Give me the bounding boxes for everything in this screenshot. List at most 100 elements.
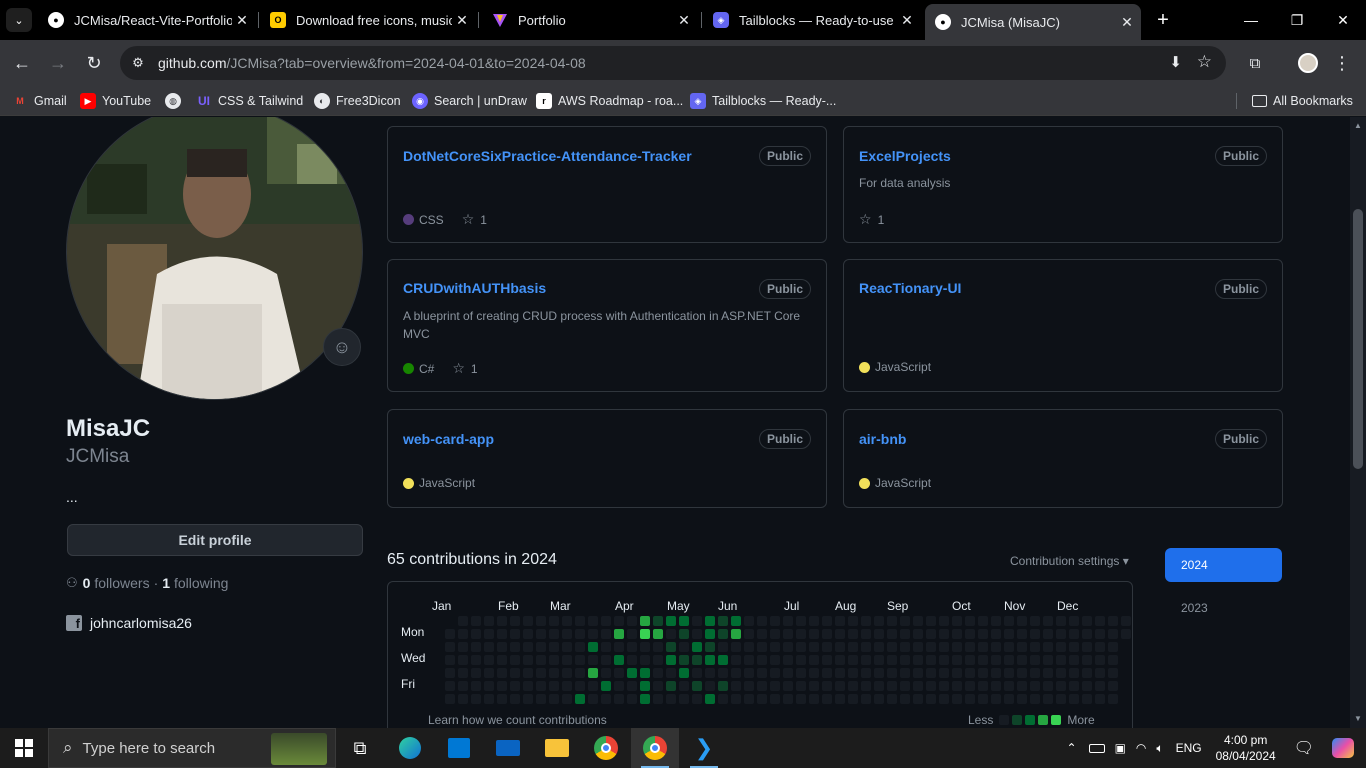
contribution-cell[interactable] [718,655,728,665]
device-icon[interactable]: ▣ [1115,741,1126,755]
contribution-cell[interactable] [497,642,507,652]
contribution-cell[interactable] [692,616,702,626]
close-icon[interactable]: ✕ [1117,14,1137,31]
edge-icon[interactable] [386,728,434,768]
contribution-cell[interactable] [770,668,780,678]
contribution-cell[interactable] [887,629,897,639]
contribution-cell[interactable] [744,642,754,652]
repo-name-link[interactable]: ReacTionary-UI [859,280,961,296]
contribution-cell[interactable] [471,668,481,678]
contribution-cell[interactable] [679,694,689,704]
contribution-cell[interactable] [835,655,845,665]
contribution-cell[interactable] [835,668,845,678]
contribution-cell[interactable] [757,668,767,678]
contribution-cell[interactable] [809,681,819,691]
forward-icon[interactable]: → [46,51,70,75]
contribution-cell[interactable] [601,681,611,691]
contribution-cell[interactable] [874,655,884,665]
contribution-cell[interactable] [1043,668,1053,678]
contribution-cell[interactable] [1095,655,1105,665]
contribution-cell[interactable] [562,668,572,678]
contribution-cell[interactable] [874,694,884,704]
contribution-cell[interactable] [666,655,676,665]
contribution-cell[interactable] [692,655,702,665]
contribution-cell[interactable] [653,616,663,626]
star-icon[interactable]: ☆ [462,211,475,228]
contribution-cell[interactable] [1069,655,1079,665]
contribution-cell[interactable] [1030,642,1040,652]
contribution-cell[interactable] [1082,629,1092,639]
contribution-cell[interactable] [757,642,767,652]
task-view-icon[interactable]: ⧉ [336,728,384,768]
contribution-cell[interactable] [913,668,923,678]
contribution-cell[interactable] [1017,668,1027,678]
contribution-cell[interactable] [614,681,624,691]
contribution-cell[interactable] [679,616,689,626]
profile-avatar[interactable] [66,117,363,400]
new-tab-button[interactable]: + [1140,0,1186,40]
contribution-cell[interactable] [562,629,572,639]
contribution-cell[interactable] [562,681,572,691]
contribution-cell[interactable] [1082,668,1092,678]
contribution-cell[interactable] [861,694,871,704]
contribution-cell[interactable] [1056,629,1066,639]
contribution-cell[interactable] [1004,629,1014,639]
contribution-cell[interactable] [1121,616,1131,626]
contribution-cell[interactable] [926,694,936,704]
tab-jcmisa-profile[interactable]: ● JCMisa (MisaJC) ✕ [925,4,1141,40]
contribution-cell[interactable] [445,681,455,691]
contribution-cell[interactable] [1043,681,1053,691]
contribution-cell[interactable] [627,642,637,652]
contribution-cell[interactable] [1004,681,1014,691]
contribution-cell[interactable] [848,668,858,678]
learn-contributions-link[interactable]: Learn how we count contributions [428,713,607,727]
contribution-cell[interactable] [991,694,1001,704]
contribution-cell[interactable] [913,616,923,626]
bookmark-undraw[interactable]: ◉ Search | unDraw [412,92,527,110]
contribution-cell[interactable] [1017,616,1027,626]
contribution-cell[interactable] [484,616,494,626]
contribution-cell[interactable] [510,642,520,652]
contribution-cell[interactable] [848,616,858,626]
contribution-cell[interactable] [1017,655,1027,665]
contribution-cell[interactable] [549,681,559,691]
contribution-cell[interactable] [965,642,975,652]
contribution-cell[interactable] [718,629,728,639]
close-icon[interactable]: ✕ [897,12,917,29]
contribution-cell[interactable] [666,681,676,691]
contribution-cell[interactable] [770,694,780,704]
tab-search-button[interactable]: ⌄ [6,8,32,32]
contribution-cell[interactable] [744,668,754,678]
wifi-icon[interactable]: ◠ [1136,741,1146,755]
contribution-cell[interactable] [874,616,884,626]
contribution-cell[interactable] [900,681,910,691]
contribution-cell[interactable] [939,629,949,639]
contribution-cell[interactable] [757,694,767,704]
contribution-cell[interactable] [627,694,637,704]
contribution-cell[interactable] [614,668,624,678]
contribution-cell[interactable] [640,642,650,652]
contribution-cell[interactable] [926,616,936,626]
contribution-cell[interactable] [796,616,806,626]
contribution-cell[interactable] [978,616,988,626]
contribution-cell[interactable] [900,694,910,704]
contribution-cell[interactable] [497,655,507,665]
contribution-cell[interactable] [575,681,585,691]
contribution-cell[interactable] [484,655,494,665]
copilot-icon[interactable] [1332,738,1354,758]
contribution-cell[interactable] [1108,655,1118,665]
contribution-cell[interactable] [575,655,585,665]
contribution-cell[interactable] [861,629,871,639]
contribution-cell[interactable] [536,655,546,665]
contribution-cell[interactable] [744,629,754,639]
contribution-cell[interactable] [809,616,819,626]
contribution-cell[interactable] [978,642,988,652]
contribution-cell[interactable] [497,681,507,691]
contribution-cell[interactable] [1043,616,1053,626]
contribution-cell[interactable] [666,629,676,639]
followers-link[interactable]: 0 followers [83,575,150,591]
contribution-cell[interactable] [926,681,936,691]
contribution-cell[interactable] [536,616,546,626]
contribution-cell[interactable] [744,681,754,691]
chrome-icon[interactable] [582,728,630,768]
